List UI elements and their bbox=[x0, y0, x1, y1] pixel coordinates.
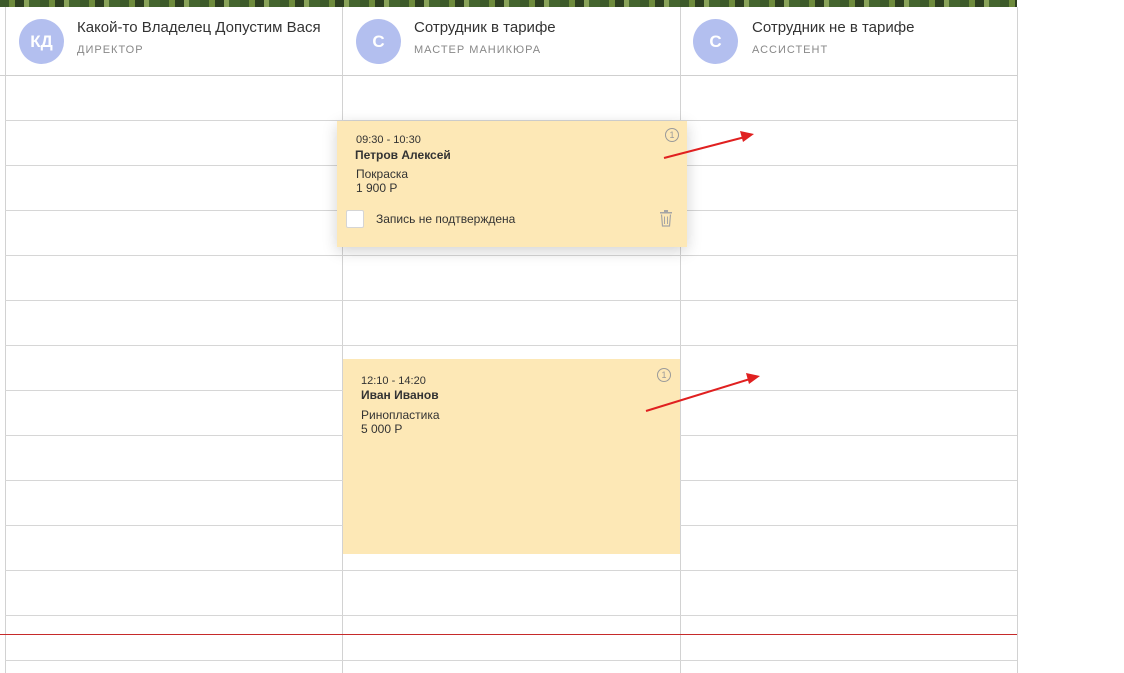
column-divider bbox=[5, 7, 6, 673]
service-name: Покраска bbox=[356, 167, 409, 181]
avatar: С bbox=[356, 19, 401, 64]
column-divider bbox=[342, 7, 343, 673]
employee-name: Сотрудник не в тарифе bbox=[752, 19, 915, 36]
employee-name: Сотрудник в тарифе bbox=[414, 19, 556, 36]
confirm-checkbox[interactable] bbox=[346, 210, 364, 228]
service-price: 1 900 Р bbox=[356, 181, 398, 195]
staff-column-not-in-tariff[interactable]: С Сотрудник не в тарифе АССИСТЕНТ bbox=[681, 7, 1017, 75]
time-slot-line bbox=[5, 255, 1017, 256]
time-slot-line bbox=[5, 300, 1017, 301]
employee-role: АССИСТЕНТ bbox=[752, 44, 829, 56]
column-divider bbox=[1017, 7, 1018, 673]
staff-column-owner[interactable]: КД Какой-то Владелец Допустим Вася ДИРЕК… bbox=[5, 7, 342, 75]
time-slot-line bbox=[5, 615, 1017, 616]
info-icon[interactable]: 1 bbox=[665, 128, 679, 142]
staff-header: КД Какой-то Владелец Допустим Вася ДИРЕК… bbox=[0, 7, 1017, 76]
appointment-card[interactable]: 09:30 - 10:30 Петров Алексей Покраска 1 … bbox=[337, 121, 687, 247]
staff-column-in-tariff[interactable]: С Сотрудник в тарифе МАСТЕР МАНИКЮРА bbox=[343, 7, 680, 75]
avatar: КД bbox=[19, 19, 64, 64]
service-price: 5 000 Р bbox=[361, 422, 403, 436]
employee-role: ДИРЕКТОР bbox=[77, 44, 144, 56]
time-slot-line bbox=[5, 570, 1017, 571]
current-time-line bbox=[0, 634, 1017, 635]
appointment-card[interactable]: 12:10 - 14:20 Иван Иванов Ринопластика 5… bbox=[343, 359, 680, 554]
info-icon[interactable]: 1 bbox=[657, 368, 671, 382]
employee-name: Какой-то Владелец Допустим Вася bbox=[77, 19, 321, 36]
confirm-label: Запись не подтверждена bbox=[376, 212, 516, 226]
header-background-image bbox=[0, 0, 1017, 7]
employee-role: МАСТЕР МАНИКЮРА bbox=[414, 44, 542, 56]
annotation-arrows bbox=[645, 131, 760, 412]
appointment-time: 12:10 - 14:20 bbox=[361, 375, 426, 387]
service-name: Ринопластика bbox=[361, 408, 440, 422]
client-name: Петров Алексей bbox=[355, 148, 451, 162]
avatar: С bbox=[693, 19, 738, 64]
column-divider bbox=[680, 7, 681, 673]
trash-icon[interactable] bbox=[659, 210, 673, 227]
time-slot-line bbox=[5, 345, 1017, 346]
client-name: Иван Иванов bbox=[361, 388, 439, 402]
time-slot-line bbox=[5, 660, 1017, 661]
appointment-time: 09:30 - 10:30 bbox=[356, 134, 421, 146]
